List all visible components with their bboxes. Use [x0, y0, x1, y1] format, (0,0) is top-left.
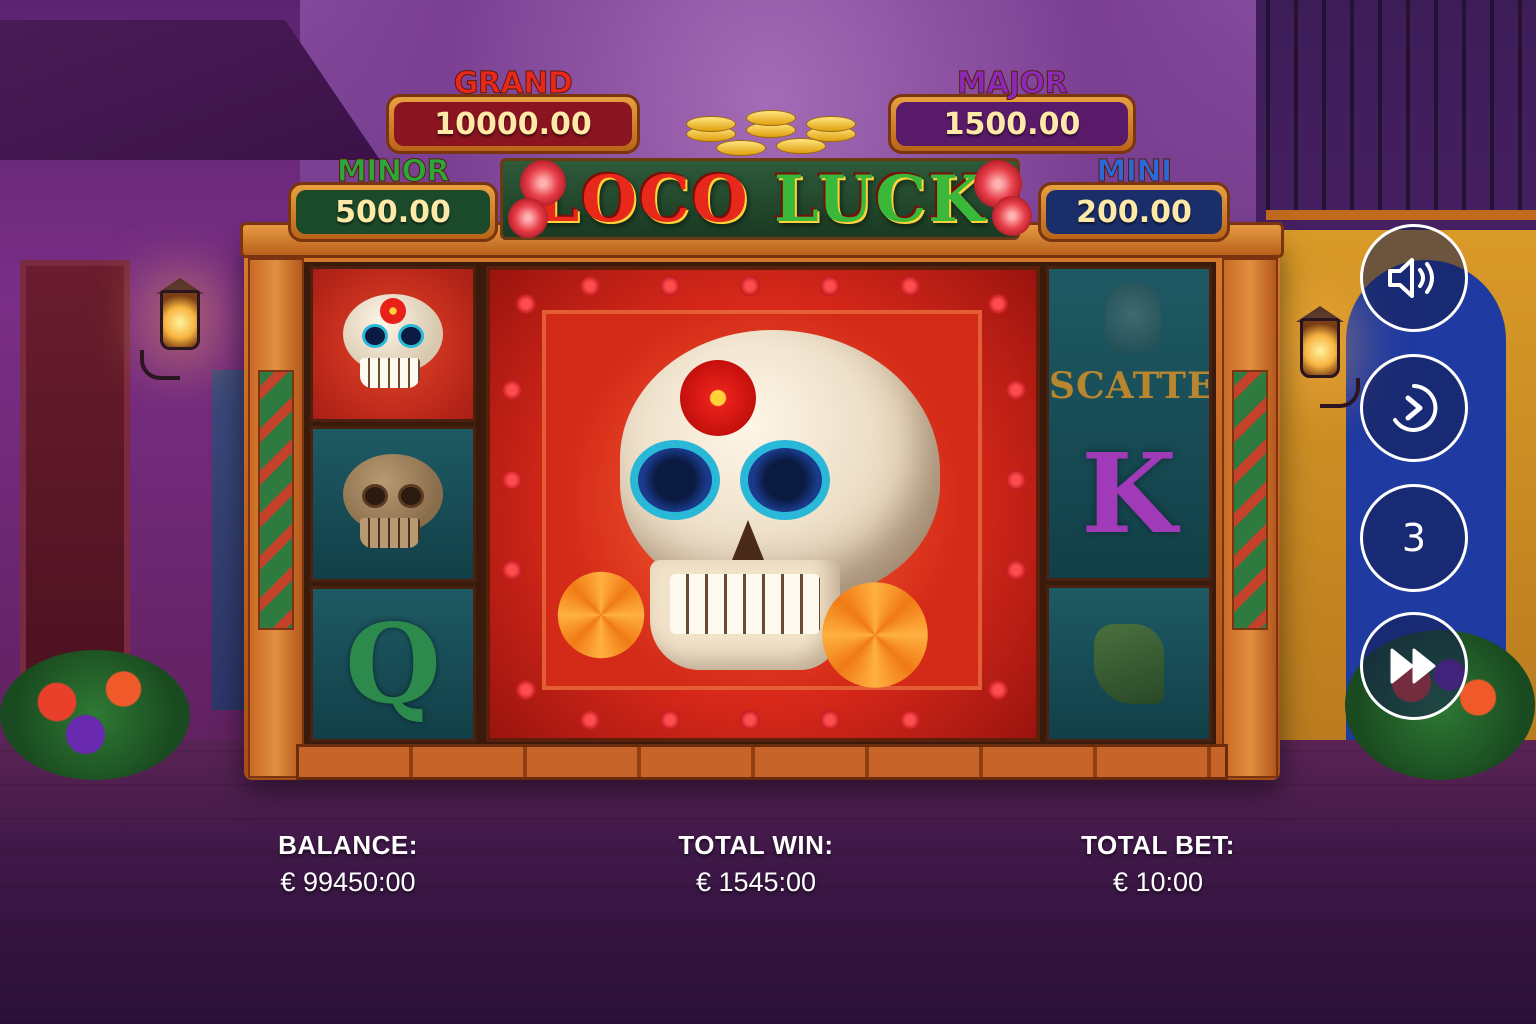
balance-display: BALANCE: € 99450:00	[248, 830, 448, 898]
reel-cell	[1046, 585, 1212, 742]
letter-q-symbol: Q	[345, 599, 441, 728]
jackpot-mini-value: 200.00	[1046, 190, 1222, 234]
scatter-face-icon	[1105, 283, 1161, 353]
jackpot-major-value: 1500.00	[896, 102, 1128, 146]
jackpot-grand-value: 10000.00	[394, 102, 632, 146]
jackpot-mini-label: MINI	[1096, 154, 1173, 190]
scatter-symbol-label: SCATTER	[1049, 365, 1209, 407]
reel-cell	[310, 266, 476, 422]
total-win-display: TOTAL WIN: € 1545:00	[656, 830, 856, 898]
left-roof	[0, 20, 380, 160]
speaker-icon	[1388, 258, 1434, 298]
street-lamp-right	[1290, 298, 1360, 408]
frame-base	[296, 744, 1228, 780]
jackpot-grand-panel: 10000.00	[386, 94, 640, 154]
jackpot-minor-panel: 500.00	[288, 182, 498, 242]
total-bet-display: TOTAL BET: € 10:00	[1058, 830, 1258, 898]
jackpot-major-label: MAJOR	[956, 66, 1068, 102]
balance-label: BALANCE:	[278, 830, 418, 860]
logo-text: LOCO LUCK	[534, 161, 986, 237]
autoplay-button[interactable]	[1360, 354, 1468, 462]
reel-right: SCATTER K	[1046, 266, 1212, 742]
letter-k-symbol: K	[1081, 429, 1177, 558]
total-bet-label: TOTAL BET:	[1081, 830, 1235, 860]
rose-decoration	[508, 198, 548, 238]
total-bet-value: € 10:00	[1112, 867, 1204, 897]
gold-coins-pile	[676, 108, 866, 160]
sugar-skull-symbol	[338, 294, 448, 394]
total-win-value: € 1545:00	[695, 867, 817, 897]
frame-pillar-left	[248, 258, 304, 778]
total-win-label: TOTAL WIN:	[678, 830, 834, 860]
boot-symbol	[1094, 623, 1164, 704]
big-symbol-cell	[486, 266, 1040, 742]
balance-value: € 99450:00	[280, 867, 416, 897]
reel-cell: Q	[310, 586, 476, 742]
game-logo: LOCO LUCK	[500, 158, 1020, 240]
reel-cell: SCATTER K	[1046, 266, 1212, 582]
jackpot-minor-value: 500.00	[296, 190, 490, 234]
street-lamp-left	[140, 270, 210, 380]
skull-symbol	[338, 454, 448, 554]
speed-selector-button[interactable]: 3	[1360, 484, 1468, 592]
reel-cell	[310, 426, 476, 582]
reel-left: Q	[310, 266, 476, 742]
jackpot-grand-label: GRAND	[453, 66, 573, 102]
fast-forward-icon	[1390, 648, 1436, 684]
jackpot-minor-label: MINOR	[336, 154, 450, 190]
turbo-button[interactable]	[1360, 612, 1468, 720]
flower-bush-left	[0, 650, 190, 780]
frame-pillar-right	[1222, 258, 1278, 778]
right-balcony	[1266, 0, 1536, 220]
autoplay-icon	[1393, 384, 1438, 432]
jackpot-major-panel: 1500.00	[888, 94, 1136, 154]
speed-value: 3	[1401, 516, 1427, 560]
jackpot-mini-panel: 200.00	[1038, 182, 1230, 242]
rose-decoration	[992, 196, 1032, 236]
sound-button[interactable]	[1360, 224, 1468, 332]
